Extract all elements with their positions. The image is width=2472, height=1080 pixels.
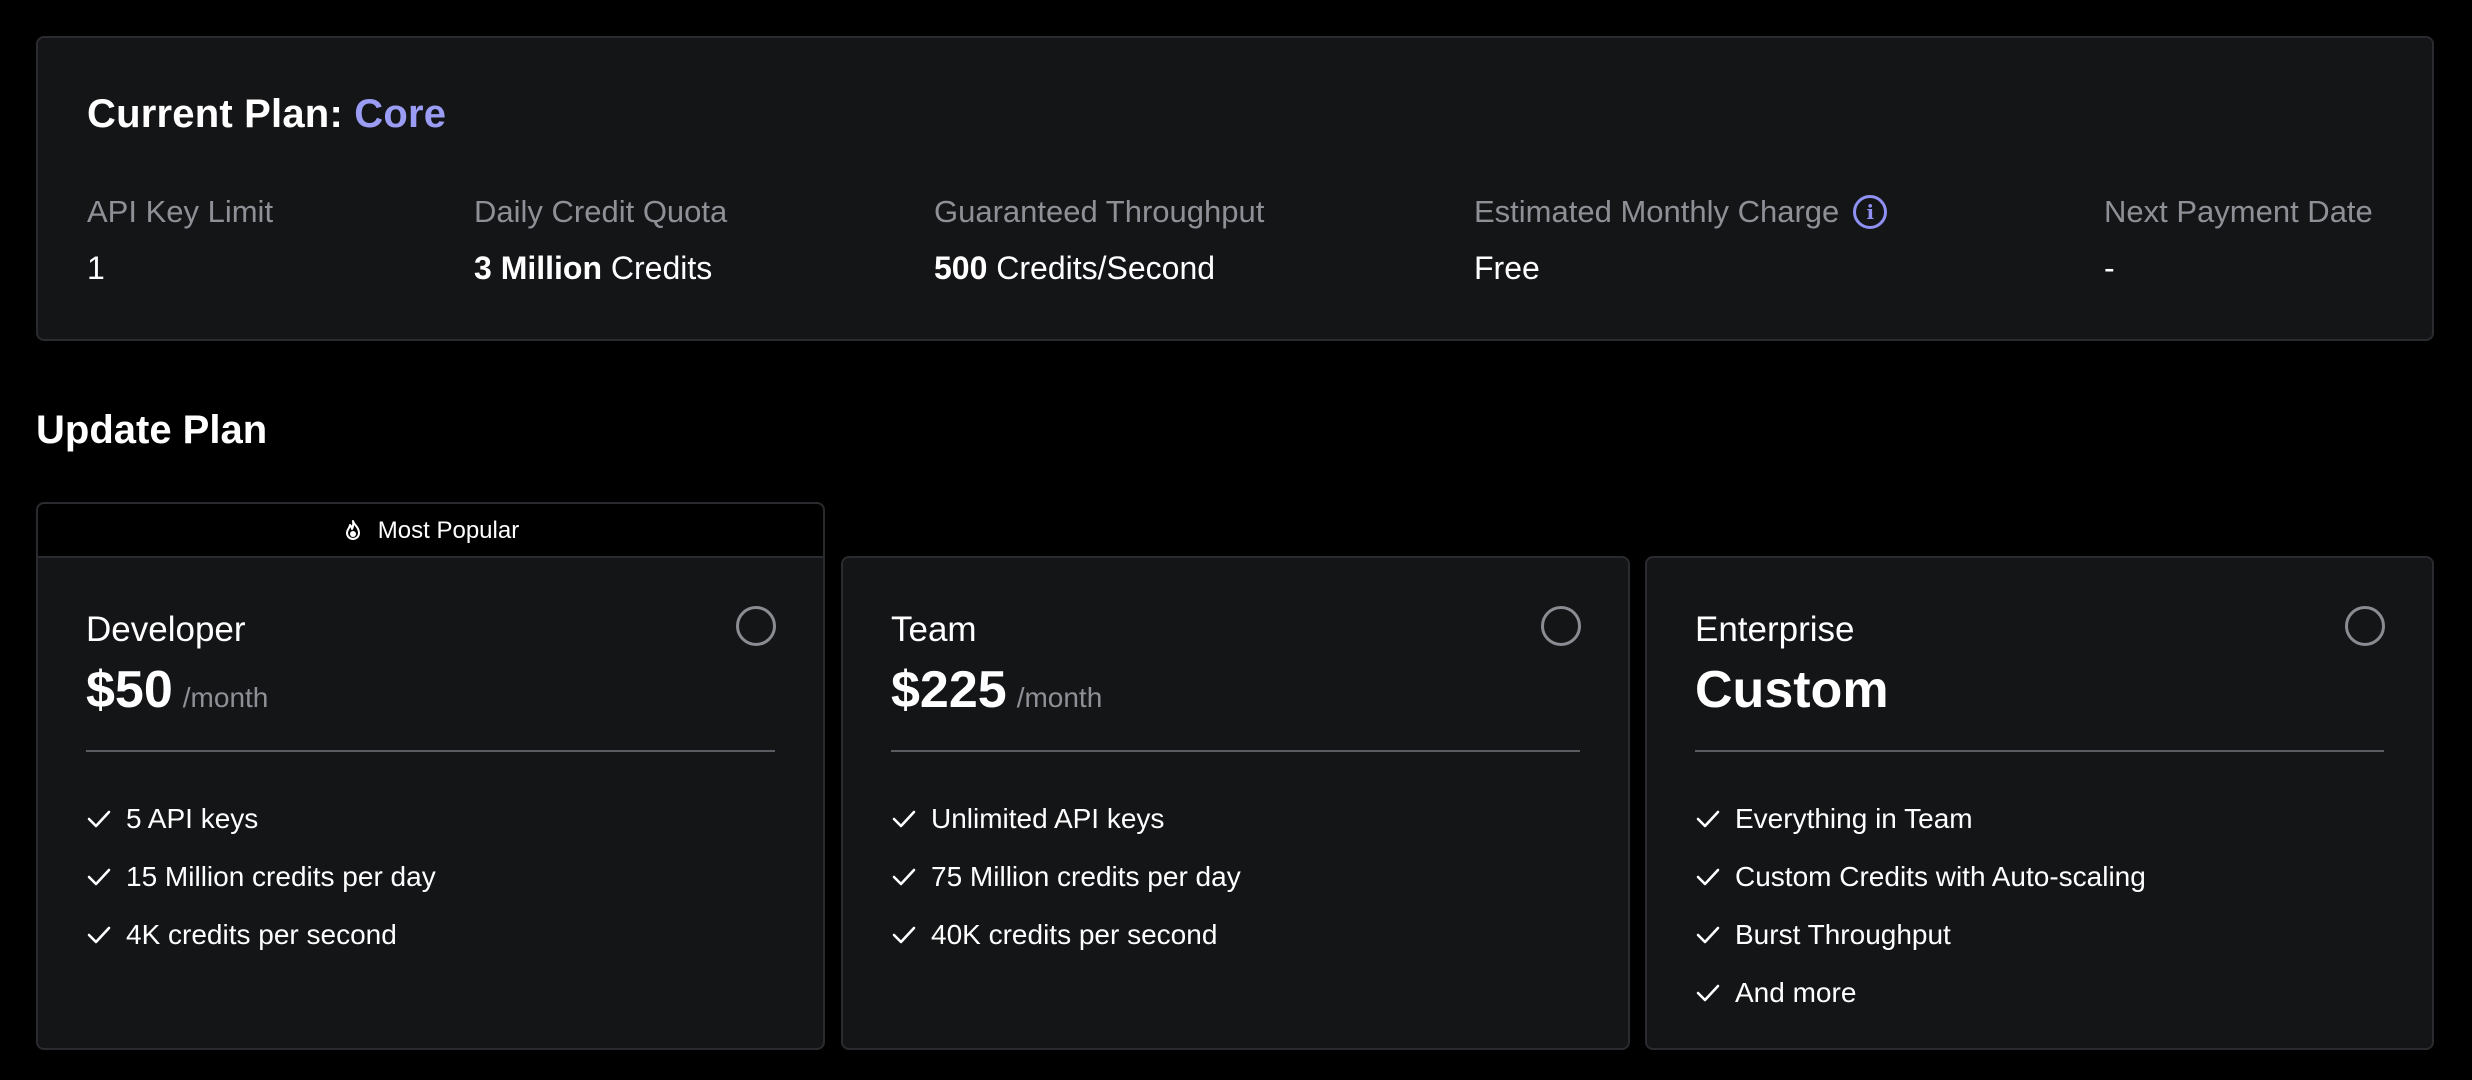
plan-card-enterprise[interactable]: Enterprise Custom Everything in Team Cus… bbox=[1645, 556, 2434, 1050]
stat-value-text: - bbox=[2104, 250, 2115, 286]
feature-item: Unlimited API keys bbox=[891, 790, 1241, 848]
feature-item: 40K credits per second bbox=[891, 906, 1241, 964]
stat-value-text: Credits/Second bbox=[996, 250, 1216, 286]
feature-item: Everything in Team bbox=[1695, 790, 2146, 848]
stat-api-key-limit: API Key Limit 1 bbox=[87, 194, 273, 287]
feature-item: 75 Million credits per day bbox=[891, 848, 1241, 906]
feature-text: 5 API keys bbox=[126, 803, 259, 834]
feature-text: 15 Million credits per day bbox=[126, 861, 436, 892]
stat-value: - bbox=[2104, 250, 2373, 287]
plan-price-amount: Custom bbox=[1695, 661, 1889, 719]
feature-text: 4K credits per second bbox=[126, 919, 397, 950]
feature-text: Unlimited API keys bbox=[931, 803, 1165, 834]
current-plan-prefix: Current Plan: bbox=[87, 92, 343, 136]
update-plan-title: Update Plan bbox=[36, 408, 268, 452]
stat-value-text: Free bbox=[1474, 250, 1540, 286]
stat-value-bold: 3 Million bbox=[474, 250, 602, 286]
plan-name: Team bbox=[891, 610, 977, 649]
plan-card-team[interactable]: Team $225 /month Unlimited API keys 75 M… bbox=[841, 556, 1630, 1050]
stat-value-bold: 500 bbox=[934, 250, 988, 286]
feature-text: 40K credits per second bbox=[931, 919, 1218, 950]
stat-label: Estimated Monthly Charge i bbox=[1474, 194, 1888, 230]
feature-text: Custom Credits with Auto-scaling bbox=[1735, 861, 2146, 892]
stat-estimated-monthly-charge: Estimated Monthly Charge i Free bbox=[1474, 194, 1888, 287]
feature-text: Everything in Team bbox=[1735, 803, 1973, 834]
plan-name: Enterprise bbox=[1695, 610, 1855, 649]
check-icon bbox=[892, 926, 916, 944]
check-icon bbox=[892, 810, 916, 828]
feature-text: 75 Million credits per day bbox=[931, 861, 1241, 892]
feature-list: 5 API keys 15 Million credits per day 4K… bbox=[86, 790, 436, 964]
stat-next-payment-date: Next Payment Date - bbox=[2104, 194, 2373, 287]
stat-value: 1 bbox=[87, 250, 273, 287]
current-plan-name: Core bbox=[354, 92, 447, 136]
feature-item: Burst Throughput bbox=[1695, 906, 2146, 964]
stat-value: 3 Million Credits bbox=[474, 250, 727, 287]
check-icon bbox=[1696, 868, 1720, 886]
plan-price: $225 /month bbox=[891, 660, 1102, 720]
check-icon bbox=[1696, 984, 1720, 1002]
check-icon bbox=[1696, 926, 1720, 944]
plan-price: Custom bbox=[1695, 660, 1899, 720]
fire-icon bbox=[345, 520, 360, 540]
stat-value: Free bbox=[1474, 250, 1887, 287]
check-icon bbox=[87, 868, 111, 886]
feature-item: 15 Million credits per day bbox=[86, 848, 436, 906]
stat-label: Daily Credit Quota bbox=[474, 194, 728, 229]
stat-label-text: Estimated Monthly Charge bbox=[1474, 194, 1840, 229]
stat-value: 500 Credits/Second bbox=[934, 250, 1264, 287]
plan-select-radio[interactable] bbox=[2345, 606, 2385, 646]
feature-list: Unlimited API keys 75 Million credits pe… bbox=[891, 790, 1241, 964]
stat-value-text: Credits bbox=[610, 250, 713, 286]
check-icon bbox=[87, 810, 111, 828]
info-icon[interactable]: i bbox=[1853, 195, 1888, 229]
divider bbox=[1695, 750, 2384, 752]
stat-label: Next Payment Date bbox=[2104, 194, 2373, 229]
feature-item: Custom Credits with Auto-scaling bbox=[1695, 848, 2146, 906]
feature-list: Everything in Team Custom Credits with A… bbox=[1695, 790, 2146, 1022]
stat-value-text: 1 bbox=[87, 250, 105, 286]
stat-label: API Key Limit bbox=[87, 194, 274, 229]
plan-select-radio[interactable] bbox=[1541, 606, 1581, 646]
plan-select-radio[interactable] bbox=[736, 606, 776, 646]
feature-text: And more bbox=[1735, 977, 1857, 1008]
plan-card-developer[interactable]: Developer $50 /month 5 API keys 15 Milli… bbox=[36, 556, 825, 1050]
check-icon bbox=[1696, 810, 1720, 828]
stat-label: Guaranteed Throughput bbox=[934, 194, 1265, 229]
feature-text: Burst Throughput bbox=[1735, 919, 1951, 950]
feature-item: 4K credits per second bbox=[86, 906, 436, 964]
most-popular-badge: Most Popular bbox=[36, 502, 825, 558]
plan-price-amount: $50 bbox=[86, 661, 173, 719]
plan-price-period: /month bbox=[182, 682, 269, 713]
billing-page: Current Plan: Core API Key Limit 1 Daily… bbox=[0, 0, 2472, 1080]
check-icon bbox=[892, 868, 916, 886]
current-plan-title: Current Plan: Core bbox=[87, 92, 446, 137]
feature-item: 5 API keys bbox=[86, 790, 436, 848]
divider bbox=[891, 750, 1580, 752]
current-plan-panel: Current Plan: Core API Key Limit 1 Daily… bbox=[36, 36, 2434, 341]
stat-guaranteed-throughput: Guaranteed Throughput 500 Credits/Second bbox=[934, 194, 1264, 287]
plan-price-amount: $225 bbox=[891, 661, 1007, 719]
divider bbox=[86, 750, 775, 752]
plan-name: Developer bbox=[86, 610, 246, 649]
plan-price: $50 /month bbox=[86, 660, 268, 720]
most-popular-label: Most Popular bbox=[377, 517, 520, 544]
check-icon bbox=[87, 926, 111, 944]
plan-price-period: /month bbox=[1016, 682, 1103, 713]
feature-item: And more bbox=[1695, 964, 2146, 1022]
stat-daily-credit-quota: Daily Credit Quota 3 Million Credits bbox=[474, 194, 727, 287]
